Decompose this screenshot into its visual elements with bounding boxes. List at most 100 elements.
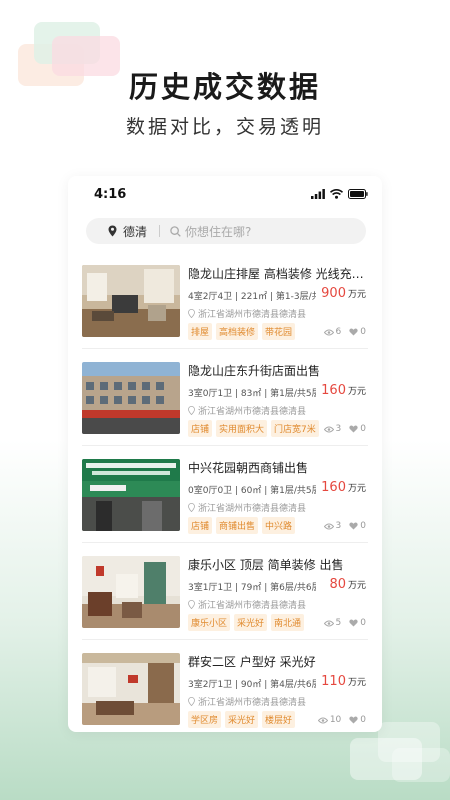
- listing-tag: 实用面积大: [216, 420, 268, 437]
- address-text: 浙江省湖州市德清县德清县: [198, 601, 307, 611]
- address-text: 浙江省湖州市德清县德清县: [198, 310, 307, 320]
- eye-icon: [323, 620, 334, 626]
- listing-tag: 中兴路: [262, 517, 296, 534]
- price-unit: 万元: [347, 581, 366, 591]
- like-count-value: 0: [360, 424, 366, 434]
- listing-stats: 3 0: [323, 521, 366, 531]
- address-text: 浙江省湖州市德清县德清县: [198, 407, 307, 417]
- listing-tag: 带花园: [262, 323, 296, 340]
- view-count: 10: [317, 715, 342, 725]
- listing-tag: 采光好: [225, 711, 259, 728]
- view-count-value: 5: [335, 618, 342, 628]
- price-value: 80: [329, 577, 346, 592]
- listing-list: 隐龙山庄排屋 高档装修 光线充足 看房方便 4室2厅4卫 | 221㎡ | 第1…: [68, 252, 382, 732]
- listing-tag: 店铺: [188, 420, 213, 437]
- listing-tag: 采光好: [234, 614, 268, 631]
- battery-icon: [348, 189, 368, 199]
- listing-title: 中兴花园朝西商铺出售: [188, 461, 309, 475]
- search-placeholder: 你想住在哪?: [185, 224, 252, 239]
- eye-icon: [317, 717, 328, 723]
- location-pin-icon: [188, 406, 195, 415]
- search-input[interactable]: 你想住在哪?: [170, 223, 251, 240]
- listing-item[interactable]: 隐龙山庄东升街店面出售 3室0厅1卫 | 83㎡ | 第1层/共5层 160 万元…: [82, 349, 368, 446]
- price-unit: 万元: [347, 484, 366, 494]
- heart-icon: [349, 716, 358, 724]
- price-unit: 万元: [347, 678, 366, 688]
- listing-item[interactable]: 隐龙山庄排屋 高档装修 光线充足 看房方便 4室2厅4卫 | 221㎡ | 第1…: [82, 252, 368, 349]
- listing-tag: 楼层好: [262, 711, 296, 728]
- listing-item[interactable]: 群安二区 户型好 采光好 3室2厅1卫 | 90㎡ | 第4层/共6层 110 万…: [82, 640, 368, 732]
- view-count-value: 3: [335, 424, 342, 434]
- view-count-value: 10: [329, 715, 342, 725]
- view-count: 5: [323, 618, 342, 628]
- listing-tag: 康乐小区: [188, 614, 231, 631]
- listing-tag: 学区房: [188, 711, 222, 728]
- listing-address: 浙江省湖州市德清县德清县: [188, 501, 306, 514]
- listing-tags: 康乐小区 采光好 南北通: [188, 614, 305, 631]
- listing-tag: 门店宽7米: [271, 420, 319, 437]
- search-icon: [170, 225, 181, 237]
- listing-address: 浙江省湖州市德清县德清县: [188, 307, 306, 320]
- search-divider: [159, 225, 161, 237]
- view-count: 3: [323, 521, 341, 531]
- view-count: 6: [323, 327, 342, 337]
- status-icons: [311, 189, 368, 199]
- wifi-icon: [330, 189, 343, 199]
- view-count-value: 6: [335, 327, 342, 337]
- promo-subline: 数据对比，交易透明: [125, 116, 324, 138]
- search-bar: 德清 你想住在哪?: [86, 218, 366, 244]
- listing-info: 4室2厅4卫 | 221㎡ | 第1-3层/共3层: [188, 292, 316, 302]
- listing-price: 80 万元: [329, 577, 366, 592]
- listing-price: 160 万元: [321, 383, 366, 398]
- eye-icon: [323, 523, 334, 529]
- like-count-value: 0: [360, 715, 366, 725]
- listing-info: 0室0厅0卫 | 60㎡ | 第1层/共5层: [188, 486, 316, 496]
- address-text: 浙江省湖州市德清县德清县: [198, 504, 307, 514]
- listing-tags: 学区房 采光好 楼层好: [188, 711, 296, 728]
- city-selector[interactable]: 德清: [86, 223, 147, 240]
- like-count-value: 0: [360, 327, 366, 337]
- status-time: 4:16: [94, 187, 127, 202]
- price-unit: 万元: [347, 290, 366, 300]
- listing-tags: 店铺 实用面积大 门店宽7米: [188, 420, 319, 437]
- address-text: 浙江省湖州市德清县德清县: [198, 698, 307, 708]
- like-count-value: 0: [360, 618, 366, 628]
- listing-info: 3室2厅1卫 | 90㎡ | 第4层/共6层: [188, 680, 316, 690]
- listing-title: 群安二区 户型好 采光好: [188, 655, 316, 669]
- listing-info: 3室1厅1卫 | 79㎡ | 第6层/共6层: [188, 583, 316, 593]
- location-pin-icon: [188, 600, 195, 609]
- view-count: 3: [323, 424, 342, 434]
- listing-price: 900 万元: [321, 286, 366, 301]
- location-pin-icon: [188, 503, 195, 512]
- listing-stats: 10 0: [317, 715, 366, 725]
- location-pin-icon: [188, 309, 195, 318]
- price-unit: 万元: [347, 387, 366, 397]
- listing-title: 隐龙山庄东升街店面出售: [188, 364, 321, 378]
- price-value: 160: [321, 480, 346, 495]
- status-bar: 4:16: [68, 176, 382, 214]
- listing-tag: 高档装修: [216, 323, 259, 340]
- phone-screen: 4:16 德清 你想住在哪? 隐龙山庄排屋 高档装修 光线充足 4室2厅4卫 |…: [68, 176, 382, 732]
- listing-info: 3室0厅1卫 | 83㎡ | 第1层/共5层: [188, 389, 316, 399]
- price-value: 900: [321, 286, 346, 301]
- listing-tag: 南北通: [271, 614, 305, 631]
- listing-stats: 3 0: [323, 424, 366, 434]
- listing-tags: 店铺 商铺出售 中兴路: [188, 517, 296, 534]
- like-count[interactable]: 0: [349, 521, 366, 531]
- listing-item[interactable]: 康乐小区 顶层 简单装修 出售 3室1厅1卫 | 79㎡ | 第6层/共6层 8…: [82, 543, 368, 640]
- listing-item[interactable]: 中兴花园朝西商铺出售 0室0厅0卫 | 60㎡ | 第1层/共5层 160 万元 …: [82, 446, 368, 543]
- like-count[interactable]: 0: [349, 618, 366, 628]
- listing-address: 浙江省湖州市德清县德清县: [188, 598, 306, 611]
- heart-icon: [349, 619, 358, 627]
- signal-icon: [311, 189, 325, 199]
- location-pin-icon: [108, 225, 117, 237]
- like-count[interactable]: 0: [349, 715, 366, 725]
- listing-thumbnail: [82, 653, 180, 725]
- like-count[interactable]: 0: [349, 327, 366, 337]
- heart-icon: [349, 425, 358, 433]
- listing-tag: 商铺出售: [216, 517, 259, 534]
- listing-tag: 店铺: [188, 517, 213, 534]
- listing-price: 110 万元: [321, 674, 366, 689]
- listing-thumbnail: [82, 459, 180, 531]
- like-count[interactable]: 0: [349, 424, 366, 434]
